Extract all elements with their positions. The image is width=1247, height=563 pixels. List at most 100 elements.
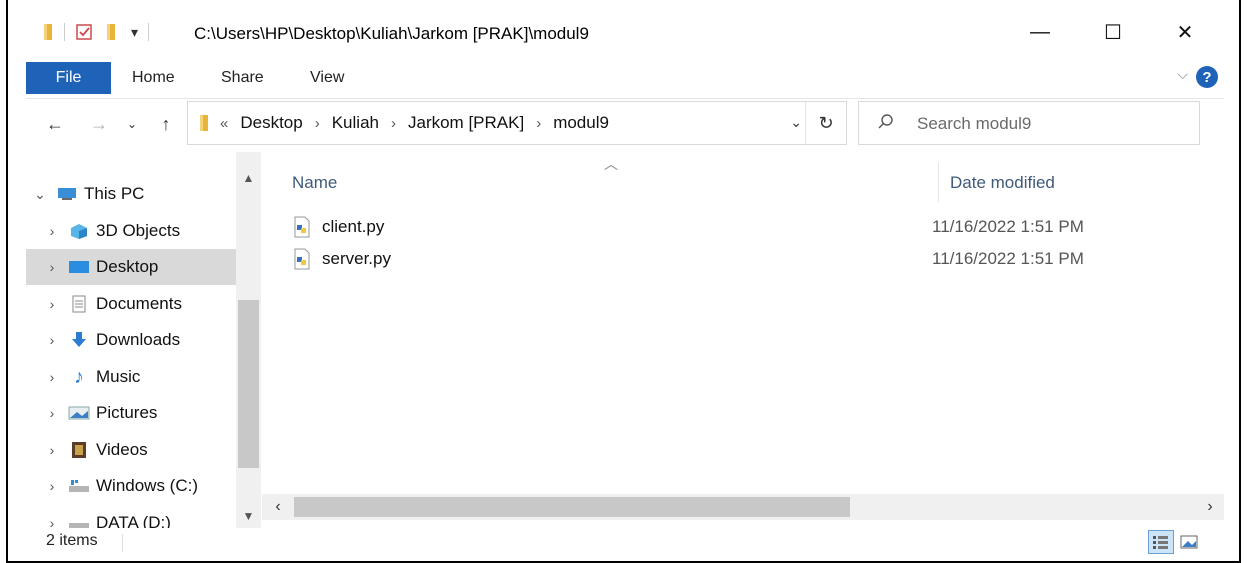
tab-home[interactable]: Home — [132, 62, 175, 94]
sidebar-item-label: Videos — [96, 440, 148, 459]
drive-c-icon — [68, 477, 90, 495]
up-arrow-icon[interactable]: ↑ — [152, 110, 180, 138]
search-icon — [878, 114, 893, 129]
chevron-right-icon[interactable]: › — [42, 332, 62, 348]
chevron-right-icon[interactable]: › — [42, 442, 62, 458]
recent-locations-chevron-icon[interactable]: ⌄ — [122, 110, 142, 138]
breadcrumb: « Desktop › Kuliah › Jarkom [PRAK] › mod… — [198, 102, 615, 144]
sort-ascending-icon: ︿ — [604, 156, 618, 172]
sidebar-item-label: Documents — [96, 294, 182, 313]
drive-d-icon — [68, 514, 90, 528]
column-divider[interactable] — [938, 162, 939, 202]
status-bar: 2 items — [26, 528, 1224, 557]
table-row[interactable]: server.py 11/16/2022 1:51 PM — [292, 243, 1192, 275]
breadcrumb-jarkom[interactable]: Jarkom [PRAK] — [402, 113, 530, 133]
chevron-right-icon[interactable]: › — [42, 223, 62, 239]
sidebar-item-videos[interactable]: › Videos — [26, 432, 236, 468]
new-folder-icon[interactable] — [105, 22, 117, 42]
sidebar-item-music[interactable]: › ♪ Music — [26, 359, 236, 395]
ribbon-tabs: File Home Share View ⌵ ? — [26, 58, 1224, 99]
breadcrumb-separator[interactable]: › — [530, 115, 547, 132]
chevron-right-icon[interactable]: › — [42, 369, 62, 385]
navigation-bar: ← → ⌄ ↑ « Desktop › Kuliah › Jarkom [PRA… — [26, 98, 1224, 152]
address-dropdown-chevron-icon[interactable]: ⌄ — [790, 114, 802, 131]
sidebar-item-downloads[interactable]: › Downloads — [26, 322, 236, 358]
column-header-date-modified[interactable]: Date modified — [950, 162, 1055, 204]
breadcrumb-kuliah[interactable]: Kuliah — [326, 113, 385, 133]
music-icon: ♪ — [74, 365, 84, 388]
large-icons-view-button[interactable] — [1176, 530, 1202, 554]
refresh-icon[interactable]: ↻ — [805, 102, 846, 144]
file-name: server.py — [322, 249, 391, 268]
close-button[interactable]: ✕ — [1156, 6, 1214, 58]
minimize-button[interactable]: — — [1011, 6, 1069, 58]
breadcrumb-separator[interactable]: › — [385, 115, 402, 132]
chevron-right-icon[interactable]: › — [42, 478, 62, 494]
videos-icon — [68, 441, 90, 459]
hidden-crumbs-indicator[interactable]: « — [218, 115, 234, 132]
back-arrow-icon[interactable]: ← — [40, 110, 70, 138]
column-header-name[interactable]: Name — [292, 162, 337, 204]
help-icon[interactable]: ? — [1196, 66, 1218, 88]
quick-access-toolbar: ▾ — [42, 20, 150, 44]
file-name: client.py — [322, 217, 385, 236]
breadcrumb-modul9[interactable]: modul9 — [547, 113, 615, 133]
chevron-down-icon[interactable]: ⌄ — [30, 186, 50, 203]
sidebar-item-data-d[interactable]: › DATA (D:) — [26, 505, 236, 528]
details-view-button[interactable] — [1148, 530, 1174, 554]
title-bar: ▾ C:\Users\HP\Desktop\Kuliah\Jarkom [PRA… — [26, 6, 1224, 58]
chevron-right-icon[interactable]: › — [42, 296, 62, 312]
downloads-icon — [68, 331, 90, 349]
sidebar-item-desktop[interactable]: › Desktop — [26, 249, 236, 285]
sidebar-item-label: Downloads — [96, 330, 181, 349]
sidebar-item-label: 3D Objects — [96, 221, 181, 240]
tab-share[interactable]: Share — [221, 62, 264, 94]
file-list-horizontal-scrollbar[interactable]: ‹ › — [262, 494, 1224, 520]
customize-quick-access-icon[interactable]: ▾ — [131, 24, 138, 41]
breadcrumb-separator[interactable]: › — [309, 115, 326, 132]
address-bar[interactable]: « Desktop › Kuliah › Jarkom [PRAK] › mod… — [187, 101, 847, 145]
details-view-icon — [1153, 536, 1168, 549]
status-divider — [122, 534, 123, 552]
properties-icon[interactable] — [75, 22, 93, 42]
tab-file[interactable]: File — [26, 62, 111, 94]
search-input[interactable] — [915, 110, 1189, 138]
sidebar-item-label: DATA (D:) — [96, 513, 171, 528]
scroll-left-arrow-icon[interactable]: ‹ — [264, 494, 292, 520]
sidebar-item-label: Windows (C:) — [96, 476, 199, 495]
sidebar-item-windows-c[interactable]: › Windows (C:) — [26, 468, 236, 504]
maximize-button[interactable]: ☐ — [1084, 6, 1142, 58]
chevron-right-icon[interactable]: › — [42, 259, 62, 275]
table-row[interactable]: client.py 11/16/2022 1:51 PM — [292, 211, 1192, 243]
scroll-down-arrow-icon[interactable]: ▼ — [236, 506, 261, 526]
pictures-icon — [68, 404, 90, 422]
sidebar-item-this-pc[interactable]: ⌄ This PC — [26, 176, 236, 212]
sidebar-item-3d-objects[interactable]: › 3D Objects — [26, 213, 236, 249]
large-icons-view-icon — [1180, 535, 1198, 549]
scrollbar-thumb[interactable] — [294, 497, 850, 517]
folder-icon[interactable] — [42, 22, 54, 42]
expand-ribbon-chevron-icon[interactable]: ⌵ — [1177, 66, 1188, 83]
breadcrumb-desktop[interactable]: Desktop — [234, 113, 308, 133]
documents-icon — [68, 295, 90, 313]
this-pc-icon — [56, 185, 78, 203]
3d-objects-icon — [68, 222, 90, 240]
navigation-pane: ⌄ This PC › 3D Objects › Desktop › Docum… — [26, 152, 261, 528]
python-file-icon — [292, 216, 312, 238]
sidebar-item-label: This PC — [84, 184, 145, 203]
chevron-right-icon[interactable]: › — [42, 515, 62, 528]
frame-left — [6, 0, 8, 563]
chevron-right-icon[interactable]: › — [42, 405, 62, 421]
sidebar-item-documents[interactable]: › Documents — [26, 286, 236, 322]
file-list: ︿ Name Date modified client.py 11/16/202… — [262, 152, 1224, 528]
forward-arrow-icon[interactable]: → — [84, 110, 114, 138]
sidebar-item-label: Pictures — [96, 403, 158, 422]
navigation-pane-scrollbar[interactable]: ▲ ▼ — [236, 152, 261, 528]
scroll-up-arrow-icon[interactable]: ▲ — [236, 168, 261, 188]
tab-view[interactable]: View — [310, 62, 344, 94]
sidebar-item-pictures[interactable]: › Pictures — [26, 395, 236, 431]
window-title: C:\Users\HP\Desktop\Kuliah\Jarkom [PRAK]… — [194, 24, 589, 43]
scroll-right-arrow-icon[interactable]: › — [1196, 494, 1224, 520]
sidebar-item-label: Desktop — [96, 257, 159, 276]
scrollbar-thumb[interactable] — [238, 300, 259, 468]
